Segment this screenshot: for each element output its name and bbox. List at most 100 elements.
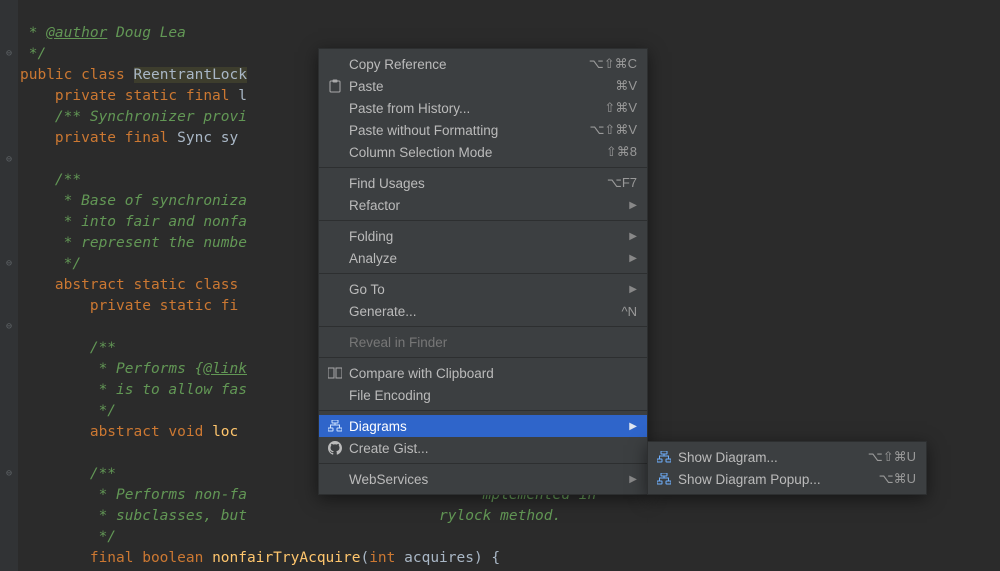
code-text: ) { bbox=[474, 550, 500, 566]
menu-label: Analyze bbox=[345, 251, 625, 266]
compare-icon bbox=[325, 367, 345, 379]
menu-label: Show Diagram... bbox=[674, 450, 868, 465]
menu-separator bbox=[319, 463, 647, 464]
code-method: loc bbox=[212, 424, 238, 440]
code-keyword: class bbox=[81, 67, 133, 83]
menu-separator bbox=[319, 357, 647, 358]
menu-shortcut: ⌥⇧⌘U bbox=[868, 449, 916, 465]
menu-goto[interactable]: Go To ▶ bbox=[319, 278, 647, 300]
submenu-arrow-icon: ▶ bbox=[625, 474, 637, 485]
gutter-fold-icon[interactable]: ⊖ bbox=[4, 468, 14, 478]
gutter-fold-icon[interactable]: ⊖ bbox=[4, 48, 14, 58]
menu-label: Paste bbox=[345, 79, 615, 94]
menu-reveal-finder[interactable]: Reveal in Finder bbox=[319, 331, 647, 353]
code-keyword: private static final bbox=[55, 88, 238, 104]
menu-paste[interactable]: Paste ⌘V bbox=[319, 75, 647, 97]
code-comment: */ bbox=[20, 256, 81, 272]
submenu-show-diagram-popup[interactable]: Show Diagram Popup... ⌥⌘U bbox=[648, 468, 926, 490]
code-comment: */ bbox=[20, 529, 116, 545]
code-method: nonfairTryAcquire bbox=[212, 550, 360, 566]
menu-column-selection[interactable]: Column Selection Mode ⇧⌘8 bbox=[319, 141, 647, 163]
code-comment: /** bbox=[55, 172, 81, 188]
code-comment: /** bbox=[90, 466, 116, 482]
code-comment: * represent the numbe bbox=[20, 235, 247, 251]
menu-shortcut: ⌥⌘U bbox=[879, 471, 916, 487]
code-keyword: public bbox=[20, 67, 81, 83]
editor-gutter: ⊖ ⊖ ⊖ ⊖ ⊖ bbox=[0, 0, 18, 571]
gutter-fold-icon[interactable]: ⊖ bbox=[4, 154, 14, 164]
diagram-icon bbox=[325, 420, 345, 432]
gutter-fold-icon[interactable]: ⊖ bbox=[4, 321, 14, 331]
menu-shortcut: ⌥⇧⌘C bbox=[589, 56, 637, 72]
code-text: sy bbox=[221, 130, 238, 146]
code-text: */ bbox=[20, 46, 46, 62]
menu-analyze[interactable]: Analyze ▶ bbox=[319, 247, 647, 269]
menu-label: Find Usages bbox=[345, 176, 607, 191]
menu-label: Reveal in Finder bbox=[345, 335, 637, 350]
code-type: Sync bbox=[177, 130, 221, 146]
menu-create-gist[interactable]: Create Gist... bbox=[319, 437, 647, 459]
menu-diagrams[interactable]: Diagrams ▶ bbox=[319, 415, 647, 437]
code-keyword: int bbox=[369, 550, 404, 566]
code-classname: ReentrantLock bbox=[134, 67, 248, 83]
menu-shortcut: ^N bbox=[622, 304, 638, 319]
menu-file-encoding[interactable]: File Encoding bbox=[319, 384, 647, 406]
menu-webservices[interactable]: WebServices ▶ bbox=[319, 468, 647, 490]
diagram-icon bbox=[654, 451, 674, 463]
code-text: ( bbox=[360, 550, 369, 566]
menu-label: Create Gist... bbox=[345, 441, 637, 456]
code-comment: * is to allow fas bbox=[20, 382, 247, 398]
menu-refactor[interactable]: Refactor ▶ bbox=[319, 194, 647, 216]
code-keyword: abstract static class bbox=[55, 277, 247, 293]
code-comment: */ bbox=[20, 403, 116, 419]
code-text: * @author Doug Lea bbox=[20, 25, 186, 41]
menu-compare-clipboard[interactable]: Compare with Clipboard bbox=[319, 362, 647, 384]
menu-separator bbox=[319, 220, 647, 221]
context-menu: Copy Reference ⌥⇧⌘C Paste ⌘V Paste from … bbox=[318, 48, 648, 495]
menu-label: Compare with Clipboard bbox=[345, 366, 637, 381]
menu-separator bbox=[319, 167, 647, 168]
menu-label: Diagrams bbox=[345, 419, 625, 434]
code-keyword: private static fi bbox=[90, 298, 238, 314]
menu-separator bbox=[319, 410, 647, 411]
menu-folding[interactable]: Folding ▶ bbox=[319, 225, 647, 247]
submenu-arrow-icon: ▶ bbox=[625, 231, 637, 242]
menu-label: WebServices bbox=[345, 472, 625, 487]
diagrams-submenu: Show Diagram... ⌥⇧⌘U Show Diagram Popup.… bbox=[647, 441, 927, 495]
menu-paste-history[interactable]: Paste from History... ⇧⌘V bbox=[319, 97, 647, 119]
github-icon bbox=[325, 441, 345, 455]
clipboard-icon bbox=[325, 79, 345, 93]
diagram-icon bbox=[654, 473, 674, 485]
gutter-fold-icon[interactable]: ⊖ bbox=[4, 258, 14, 268]
menu-shortcut: ⌥F7 bbox=[607, 175, 637, 191]
menu-label: Refactor bbox=[345, 198, 625, 213]
submenu-arrow-icon: ▶ bbox=[625, 200, 637, 211]
menu-label: Column Selection Mode bbox=[345, 145, 606, 160]
menu-label: Paste from History... bbox=[345, 101, 604, 116]
menu-label: Show Diagram Popup... bbox=[674, 472, 879, 487]
menu-separator bbox=[319, 326, 647, 327]
menu-label: Generate... bbox=[345, 304, 622, 319]
submenu-show-diagram[interactable]: Show Diagram... ⌥⇧⌘U bbox=[648, 446, 926, 468]
menu-separator bbox=[319, 273, 647, 274]
menu-shortcut: ⇧⌘8 bbox=[606, 144, 637, 160]
menu-shortcut: ⌥⇧⌘V bbox=[589, 122, 637, 138]
menu-shortcut: ⌘V bbox=[615, 78, 637, 94]
code-comment: /** bbox=[90, 340, 116, 356]
menu-label: Folding bbox=[345, 229, 625, 244]
menu-find-usages[interactable]: Find Usages ⌥F7 bbox=[319, 172, 647, 194]
menu-label: File Encoding bbox=[345, 388, 637, 403]
submenu-arrow-icon: ▶ bbox=[625, 284, 637, 295]
menu-copy-reference[interactable]: Copy Reference ⌥⇧⌘C bbox=[319, 53, 647, 75]
code-comment: * subclasses, but rylock method. bbox=[20, 508, 561, 524]
submenu-arrow-icon: ▶ bbox=[625, 421, 637, 432]
menu-shortcut: ⇧⌘V bbox=[604, 100, 637, 116]
menu-paste-without-formatting[interactable]: Paste without Formatting ⌥⇧⌘V bbox=[319, 119, 647, 141]
code-param: acquires bbox=[404, 550, 474, 566]
menu-label: Go To bbox=[345, 282, 625, 297]
code-keyword: abstract void bbox=[90, 424, 212, 440]
menu-label: Copy Reference bbox=[345, 57, 589, 72]
menu-generate[interactable]: Generate... ^N bbox=[319, 300, 647, 322]
submenu-arrow-icon: ▶ bbox=[625, 253, 637, 264]
code-keyword: final boolean bbox=[90, 550, 212, 566]
